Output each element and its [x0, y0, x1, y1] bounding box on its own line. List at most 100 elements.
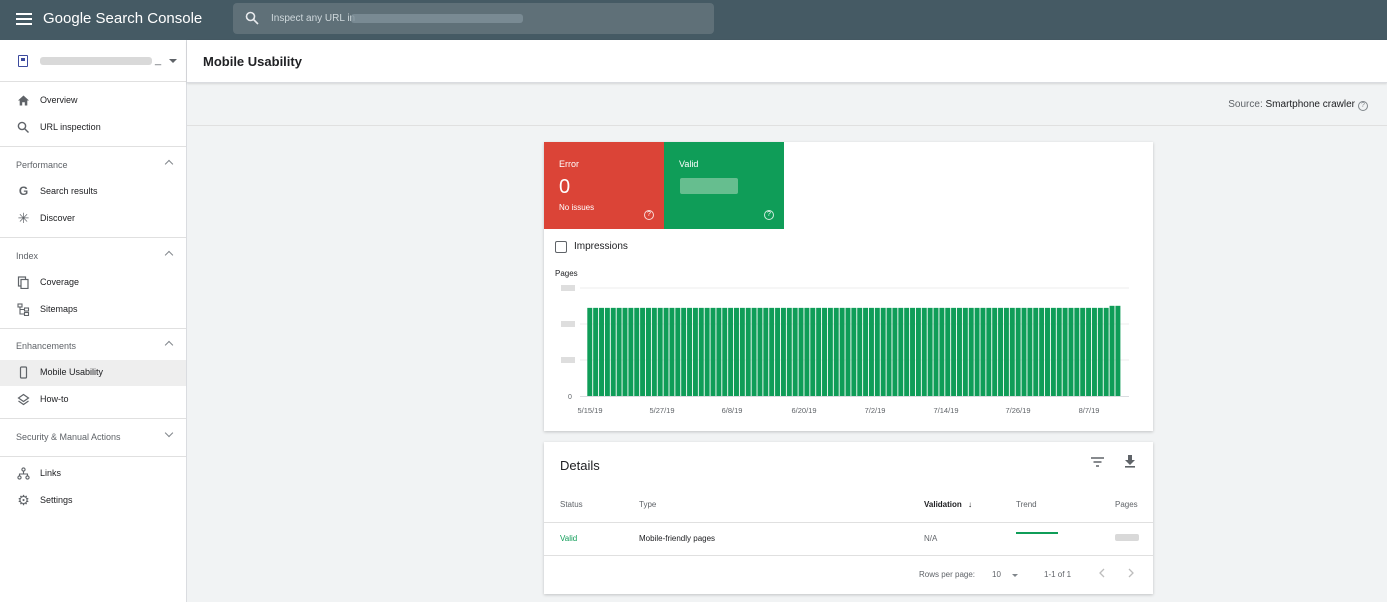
chart-bar[interactable] [1009, 307, 1015, 396]
chart-bar[interactable] [640, 307, 646, 396]
chart-bar[interactable] [1050, 307, 1056, 396]
chart-bar[interactable] [904, 307, 910, 396]
chart-bar[interactable] [939, 307, 945, 396]
chart-bar[interactable] [921, 307, 927, 396]
section-performance[interactable]: Performance [0, 152, 186, 178]
column-header-pages[interactable]: Pages [1115, 500, 1138, 509]
sidebar-item-settings[interactable]: ⚙ Settings [0, 488, 186, 514]
help-icon[interactable]: ? [1358, 101, 1368, 111]
sidebar-item-sitemaps[interactable]: Sitemaps [0, 297, 186, 323]
error-tile[interactable]: Error 0 No issues ? [544, 142, 664, 229]
chart-bar[interactable] [892, 307, 898, 396]
section-security-manual-actions[interactable]: Security & Manual Actions [0, 424, 186, 450]
column-header-validation[interactable]: Validation ↓ [924, 500, 972, 509]
chart-bar[interactable] [1115, 305, 1121, 396]
chart-bar[interactable] [698, 307, 704, 396]
chart-bar[interactable] [780, 307, 786, 396]
chart-bar[interactable] [1080, 307, 1086, 396]
chart-bar[interactable] [651, 307, 657, 396]
dropdown-caret-icon[interactable] [1012, 574, 1018, 577]
chart-bar[interactable] [1109, 305, 1115, 396]
chart-bar[interactable] [1033, 307, 1039, 396]
chart-bar[interactable] [634, 307, 640, 396]
chart-bar[interactable] [945, 307, 951, 396]
chart-bar[interactable] [951, 307, 957, 396]
chart-bar[interactable] [616, 307, 622, 396]
chart-bar[interactable] [675, 307, 681, 396]
dropdown-caret-icon[interactable] [169, 59, 177, 63]
chart-bar[interactable] [610, 307, 616, 396]
section-enhancements[interactable]: Enhancements [0, 333, 186, 359]
chart-bar[interactable] [745, 307, 751, 396]
chart-bar[interactable] [1003, 307, 1009, 396]
help-icon[interactable]: ? [764, 210, 774, 220]
chart-bar[interactable] [622, 307, 628, 396]
chart-bar[interactable] [1103, 307, 1109, 396]
chart-bar[interactable] [681, 307, 687, 396]
download-icon[interactable] [1124, 454, 1136, 468]
chart-bar[interactable] [992, 307, 998, 396]
chart-bar[interactable] [775, 307, 781, 396]
chart-bar[interactable] [757, 307, 763, 396]
chart-bar[interactable] [704, 307, 710, 396]
chart-bar[interactable] [1091, 307, 1097, 396]
chart-bar[interactable] [692, 307, 698, 396]
chart-bar[interactable] [739, 307, 745, 396]
chart-bar[interactable] [1068, 307, 1074, 396]
chart-bar[interactable] [1056, 307, 1062, 396]
chart-bar[interactable] [898, 307, 904, 396]
chart-bar[interactable] [933, 307, 939, 396]
chart-bar[interactable] [822, 307, 827, 396]
chart-bar[interactable] [1027, 307, 1033, 396]
chart-bar[interactable] [645, 307, 651, 396]
chart-bar[interactable] [798, 307, 804, 396]
valid-tile[interactable]: Valid ? [664, 142, 784, 229]
chart-bar[interactable] [763, 307, 769, 396]
chart-bar[interactable] [816, 307, 822, 396]
section-index[interactable]: Index [0, 243, 186, 269]
url-inspection-search[interactable]: Inspect any URL in [233, 3, 714, 34]
chart-bar[interactable] [722, 307, 728, 396]
chart-bar[interactable] [863, 307, 869, 396]
chart-bar[interactable] [587, 307, 593, 396]
chart-bar[interactable] [593, 307, 599, 396]
app-title[interactable]: Google Search Console [43, 10, 202, 27]
chart-bar[interactable] [1062, 307, 1068, 396]
chart-bar[interactable] [915, 307, 921, 396]
sidebar-item-discover[interactable]: ✳ Discover [0, 206, 186, 232]
sidebar-item-how-to[interactable]: How-to [0, 387, 186, 413]
chart-bar[interactable] [1021, 307, 1027, 396]
chart-bar[interactable] [998, 307, 1004, 396]
chart-bar[interactable] [1039, 307, 1045, 396]
chart-bar[interactable] [1045, 307, 1050, 396]
sidebar-item-url-inspection[interactable]: URL inspection [0, 115, 186, 141]
menu-icon[interactable] [16, 13, 32, 25]
chart-bar[interactable] [1097, 307, 1103, 396]
chart-bar[interactable] [845, 307, 851, 396]
chart-bar[interactable] [974, 307, 980, 396]
chart-bar[interactable] [657, 307, 663, 396]
sidebar-item-links[interactable]: Links [0, 461, 186, 487]
column-header-status[interactable]: Status [560, 500, 583, 509]
previous-page-icon[interactable] [1098, 568, 1106, 578]
column-header-type[interactable]: Type [639, 500, 656, 509]
help-icon[interactable]: ? [644, 210, 654, 220]
chart-bar[interactable] [804, 307, 810, 396]
chart-bar[interactable] [604, 307, 610, 396]
chart-bar[interactable] [728, 307, 734, 396]
column-header-trend[interactable]: Trend [1016, 500, 1037, 509]
search-placeholder[interactable]: Inspect any URL in [271, 13, 355, 24]
impressions-checkbox[interactable] [555, 241, 567, 253]
chart-bar[interactable] [956, 307, 962, 396]
chart-bar[interactable] [786, 307, 792, 396]
chart-bar[interactable] [968, 307, 974, 396]
chart-bar[interactable] [1015, 307, 1021, 396]
chart-bar[interactable] [734, 307, 739, 396]
chart-bar[interactable] [880, 307, 886, 396]
property-selector[interactable]: _ [0, 40, 186, 82]
chart-bar[interactable] [874, 307, 880, 396]
chart-bar[interactable] [839, 307, 845, 396]
row-status[interactable]: Valid [560, 534, 577, 543]
chart-bar[interactable] [710, 307, 716, 396]
chart-bar[interactable] [857, 307, 863, 396]
